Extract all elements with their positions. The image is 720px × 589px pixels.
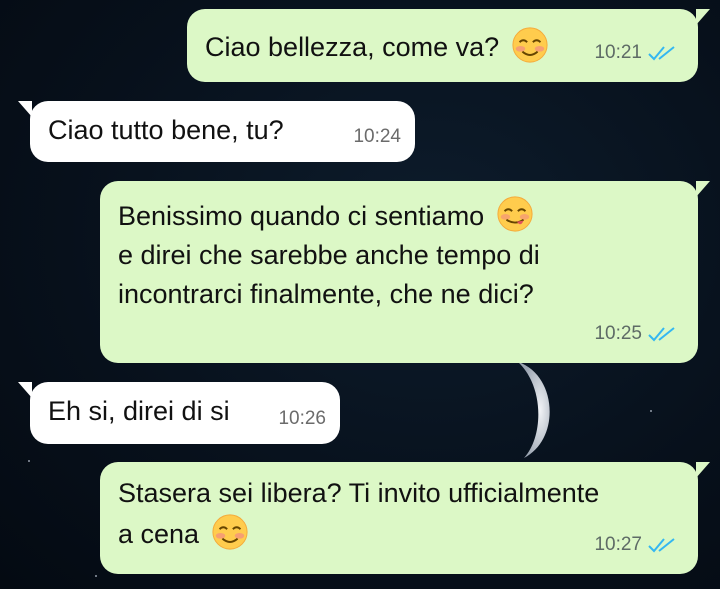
message-time: 10:27: [594, 534, 642, 555]
yum-emoji: [497, 196, 533, 232]
message-text: Ciao bellezza, come va?: [205, 26, 549, 67]
message-text: Ciao tutto bene, tu?: [48, 115, 284, 145]
message-meta: 10:24: [353, 117, 401, 156]
message-text: Stasera sei libera? Ti invito ufficialme…: [118, 478, 600, 550]
message-bubble-outgoing[interactable]: Stasera sei libera? Ti invito ufficialme…: [100, 462, 710, 574]
message-bubble-incoming[interactable]: Eh si, direi di si 10:26: [18, 382, 340, 444]
double-check-read-icon: [648, 537, 675, 552]
message-time: 10:26: [278, 408, 326, 429]
message-bubble-incoming[interactable]: Ciao tutto bene, tu? 10:24: [18, 101, 415, 162]
star: [650, 410, 652, 412]
message-bubble-outgoing[interactable]: Benissimo quando ci sentiamo e direi che…: [100, 181, 710, 363]
message-meta: 10:21: [594, 33, 676, 72]
smiling-blush-emoji: [512, 27, 548, 63]
smiling-blush-emoji: [212, 514, 248, 550]
message-meta: 10:26: [278, 399, 326, 438]
message-time: 10:21: [594, 42, 642, 63]
star: [95, 575, 97, 577]
message-bubble-outgoing[interactable]: Ciao bellezza, come va? 10:21: [187, 9, 710, 82]
moon-crescent: [518, 362, 550, 458]
message-meta: 10:27: [594, 525, 676, 564]
message-meta: 10:25: [594, 314, 676, 353]
message-time: 10:24: [353, 126, 401, 147]
message-time: 10:25: [594, 323, 642, 344]
message-text: Benissimo quando ci sentiamo e direi che…: [118, 195, 540, 314]
double-check-read-icon: [648, 326, 675, 341]
double-check-read-icon: [648, 45, 675, 60]
message-text: Eh si, direi di si: [48, 396, 230, 426]
star: [28, 460, 30, 462]
